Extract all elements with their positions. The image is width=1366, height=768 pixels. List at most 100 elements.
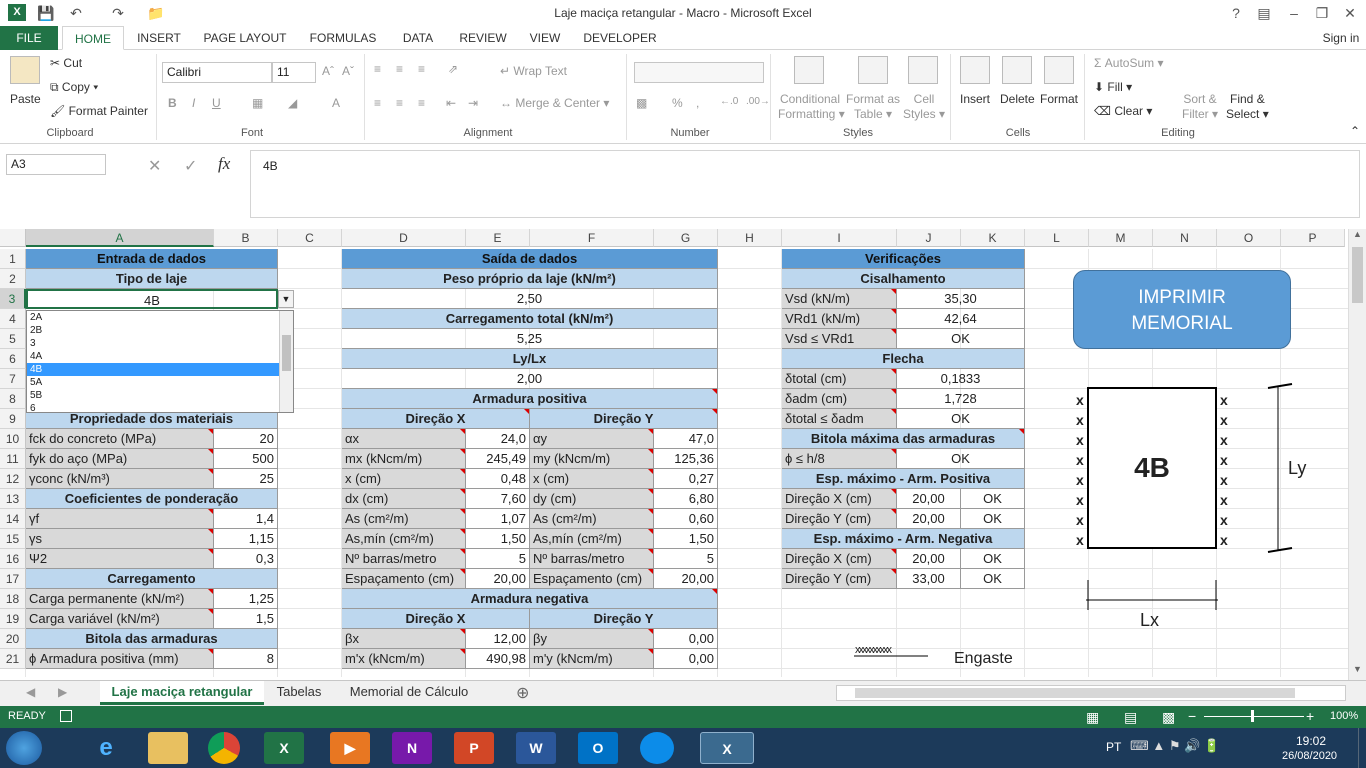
cell-output-label[interactable]: As (cm²/m)	[530, 509, 654, 529]
insert-function-icon[interactable]: fx	[218, 154, 230, 174]
row-header-1[interactable]: 1	[0, 249, 26, 269]
cell-output-value[interactable]: 490,98	[466, 649, 530, 669]
media-player-icon[interactable]: ▶	[330, 732, 370, 764]
help-button[interactable]: ?	[1226, 3, 1246, 23]
cell-input-value[interactable]: 1,4	[214, 509, 278, 529]
column-header-k[interactable]: K	[961, 229, 1025, 247]
cell-check-label[interactable]: Vsd ≤ VRd1	[782, 329, 897, 349]
row-header-8[interactable]: 8	[0, 389, 26, 409]
cell-tipo-laje[interactable]: Tipo de laje	[26, 269, 278, 289]
edge-icon[interactable]	[640, 732, 674, 764]
tab-developer[interactable]: DEVELOPER	[578, 26, 662, 50]
cell-tipo-value[interactable]: 4B	[26, 289, 278, 309]
tab-home[interactable]: HOME	[62, 26, 124, 50]
font-name-select[interactable]: Calibri	[162, 62, 272, 83]
cell-saida-title[interactable]: Saída de dados	[342, 249, 718, 269]
cell-input-label[interactable]: ϕ Armadura positiva (mm)	[26, 649, 214, 669]
vertical-scrollbar[interactable]: ▲ ▼	[1348, 229, 1366, 680]
outlook-icon[interactable]: O	[578, 732, 618, 764]
cell-output-label[interactable]: x (cm)	[342, 469, 466, 489]
cell-output-label[interactable]: βy	[530, 629, 654, 649]
dropdown-option[interactable]: 4B	[27, 363, 293, 376]
row-header-17[interactable]: 17	[0, 569, 26, 589]
row-header-18[interactable]: 18	[0, 589, 26, 609]
word-icon[interactable]: W	[516, 732, 556, 764]
row-header-3[interactable]: 3	[0, 289, 26, 309]
cell-input-value[interactable]: 0,3	[214, 549, 278, 569]
cell-output-value[interactable]: 7,60	[466, 489, 530, 509]
cell-check-status[interactable]: OK	[961, 569, 1025, 589]
cell-check-label[interactable]: Direção Y (cm)	[782, 509, 897, 529]
cell-check-label[interactable]: Direção X (cm)	[782, 549, 897, 569]
cell-entrada-title[interactable]: Entrada de dados	[26, 249, 278, 269]
clock-date[interactable]: 26/08/2020	[1282, 750, 1337, 762]
scroll-thumb[interactable]	[1352, 247, 1363, 303]
delete-button[interactable]: Delete	[1000, 92, 1035, 106]
cell-check-status[interactable]: OK	[961, 549, 1025, 569]
cell-verificacoes-title[interactable]: Verificações	[782, 249, 1025, 269]
zoom-out-icon[interactable]: −	[1188, 708, 1196, 724]
new-sheet-icon[interactable]: ⊕	[516, 683, 529, 703]
cell-check-value[interactable]: OK	[897, 449, 1025, 469]
cell-armadura-negativa[interactable]: Armadura negativa	[342, 589, 718, 609]
zoom-slider[interactable]	[1204, 716, 1304, 717]
merge-center-button[interactable]: ↔ Merge & Center ▾	[500, 96, 609, 110]
cell-output-value[interactable]: 5	[654, 549, 718, 569]
cell-input-label[interactable]: fyk do aço (MPa)	[26, 449, 214, 469]
dropdown-scrollbar[interactable]	[279, 311, 293, 412]
column-header-l[interactable]: L	[1025, 229, 1089, 247]
dropdown-option[interactable]: 2A	[27, 311, 293, 324]
hscroll-thumb[interactable]	[855, 688, 1295, 698]
number-format-select[interactable]	[634, 62, 764, 83]
delete-cells-icon[interactable]	[1002, 56, 1032, 84]
row-header-5[interactable]: 5	[0, 329, 26, 349]
tab-data[interactable]: DATA	[392, 26, 444, 50]
cancel-icon[interactable]: ✕	[148, 156, 161, 176]
row-header-16[interactable]: 16	[0, 549, 26, 569]
cell-coef-title[interactable]: Coeficientes de ponderação	[26, 489, 278, 509]
cell-check-label[interactable]: δadm (cm)	[782, 389, 897, 409]
cell-output-label[interactable]: As,mín (cm²/m)	[530, 529, 654, 549]
zoom-slider-thumb[interactable]	[1251, 710, 1254, 722]
cell-check-label[interactable]: δtotal (cm)	[782, 369, 897, 389]
cell-input-label[interactable]: γs	[26, 529, 214, 549]
tab-file[interactable]: FILE	[0, 26, 58, 50]
print-memorial-button[interactable]: IMPRIMIR MEMORIAL	[1073, 270, 1291, 349]
font-size-select[interactable]: 11	[272, 62, 316, 83]
cell-input-label[interactable]: fck do concreto (MPa)	[26, 429, 214, 449]
cell-check-value[interactable]: 1,728	[897, 389, 1025, 409]
start-button-icon[interactable]	[6, 731, 42, 765]
cell-input-value[interactable]: 8	[214, 649, 278, 669]
cell-check-value[interactable]: 42,64	[897, 309, 1025, 329]
sign-in-link[interactable]: Sign in	[1318, 26, 1364, 50]
row-header-13[interactable]: 13	[0, 489, 26, 509]
cell-check-label[interactable]: δtotal ≤ δadm	[782, 409, 897, 429]
cell-output-label[interactable]: mx (kNcm/m)	[342, 449, 466, 469]
chrome-icon[interactable]	[208, 732, 240, 764]
row-header-19[interactable]: 19	[0, 609, 26, 629]
tab-insert[interactable]: INSERT	[130, 26, 188, 50]
column-header-c[interactable]: C	[278, 229, 342, 247]
cell-output-value[interactable]: 0,00	[654, 629, 718, 649]
dropdown-option[interactable]: 6	[27, 402, 293, 415]
cell-check-status[interactable]: OK	[961, 489, 1025, 509]
cell-output-label[interactable]: my (kNcm/m)	[530, 449, 654, 469]
clear-button[interactable]: ⌫ Clear ▾	[1094, 104, 1152, 118]
cell-input-value[interactable]: 25	[214, 469, 278, 489]
sheet-scroll-left-icon[interactable]: ◀	[26, 685, 35, 699]
row-header-11[interactable]: 11	[0, 449, 26, 469]
cell-output-value[interactable]: 1,50	[654, 529, 718, 549]
orientation-icon[interactable]: ⇗	[448, 62, 458, 76]
cell-dropdown-list[interactable]: 2A 2B 3 4A 4B 5A 5B 6	[26, 310, 294, 415]
align-right-icon[interactable]: ≡	[418, 96, 425, 110]
cell-output-label[interactable]: Nº barras/metro	[342, 549, 466, 569]
align-middle-icon[interactable]: ≡	[396, 62, 403, 76]
italic-icon[interactable]: I	[192, 96, 195, 110]
cell-check-value[interactable]: 20,00	[897, 489, 961, 509]
scroll-up-icon[interactable]: ▲	[1349, 229, 1366, 245]
cut-button[interactable]: ✂ Cut	[50, 56, 82, 70]
row-header-9[interactable]: 9	[0, 409, 26, 429]
select-all-corner[interactable]	[0, 229, 26, 247]
sheet-tab-laje[interactable]: Laje maciça retangular	[100, 681, 264, 705]
tab-formulas[interactable]: FORMULAS	[304, 26, 382, 50]
